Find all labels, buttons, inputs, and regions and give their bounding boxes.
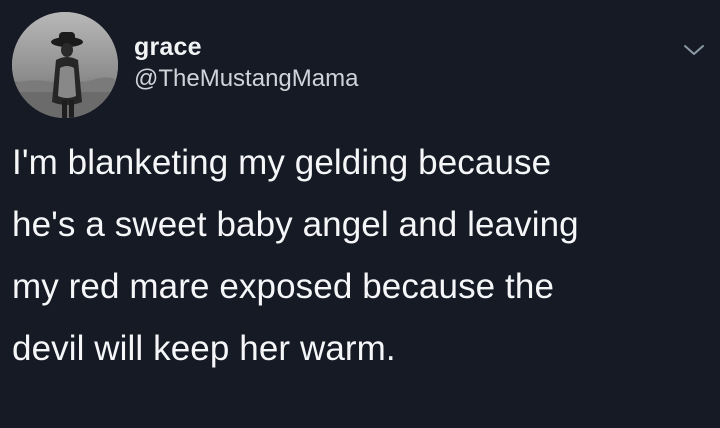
display-name[interactable]: grace xyxy=(134,32,358,62)
profile-photo-icon xyxy=(12,12,118,118)
chevron-down-icon[interactable] xyxy=(680,40,708,60)
tweet-text: I'm blanketing my gelding because he's a… xyxy=(12,143,579,368)
avatar[interactable] xyxy=(12,12,118,118)
tweet-header: grace @TheMustangMama xyxy=(12,12,708,122)
tweet-card: grace @TheMustangMama I'm blanketing my … xyxy=(0,0,720,428)
user-handle[interactable]: @TheMustangMama xyxy=(134,65,358,93)
user-info: grace @TheMustangMama xyxy=(134,32,358,93)
